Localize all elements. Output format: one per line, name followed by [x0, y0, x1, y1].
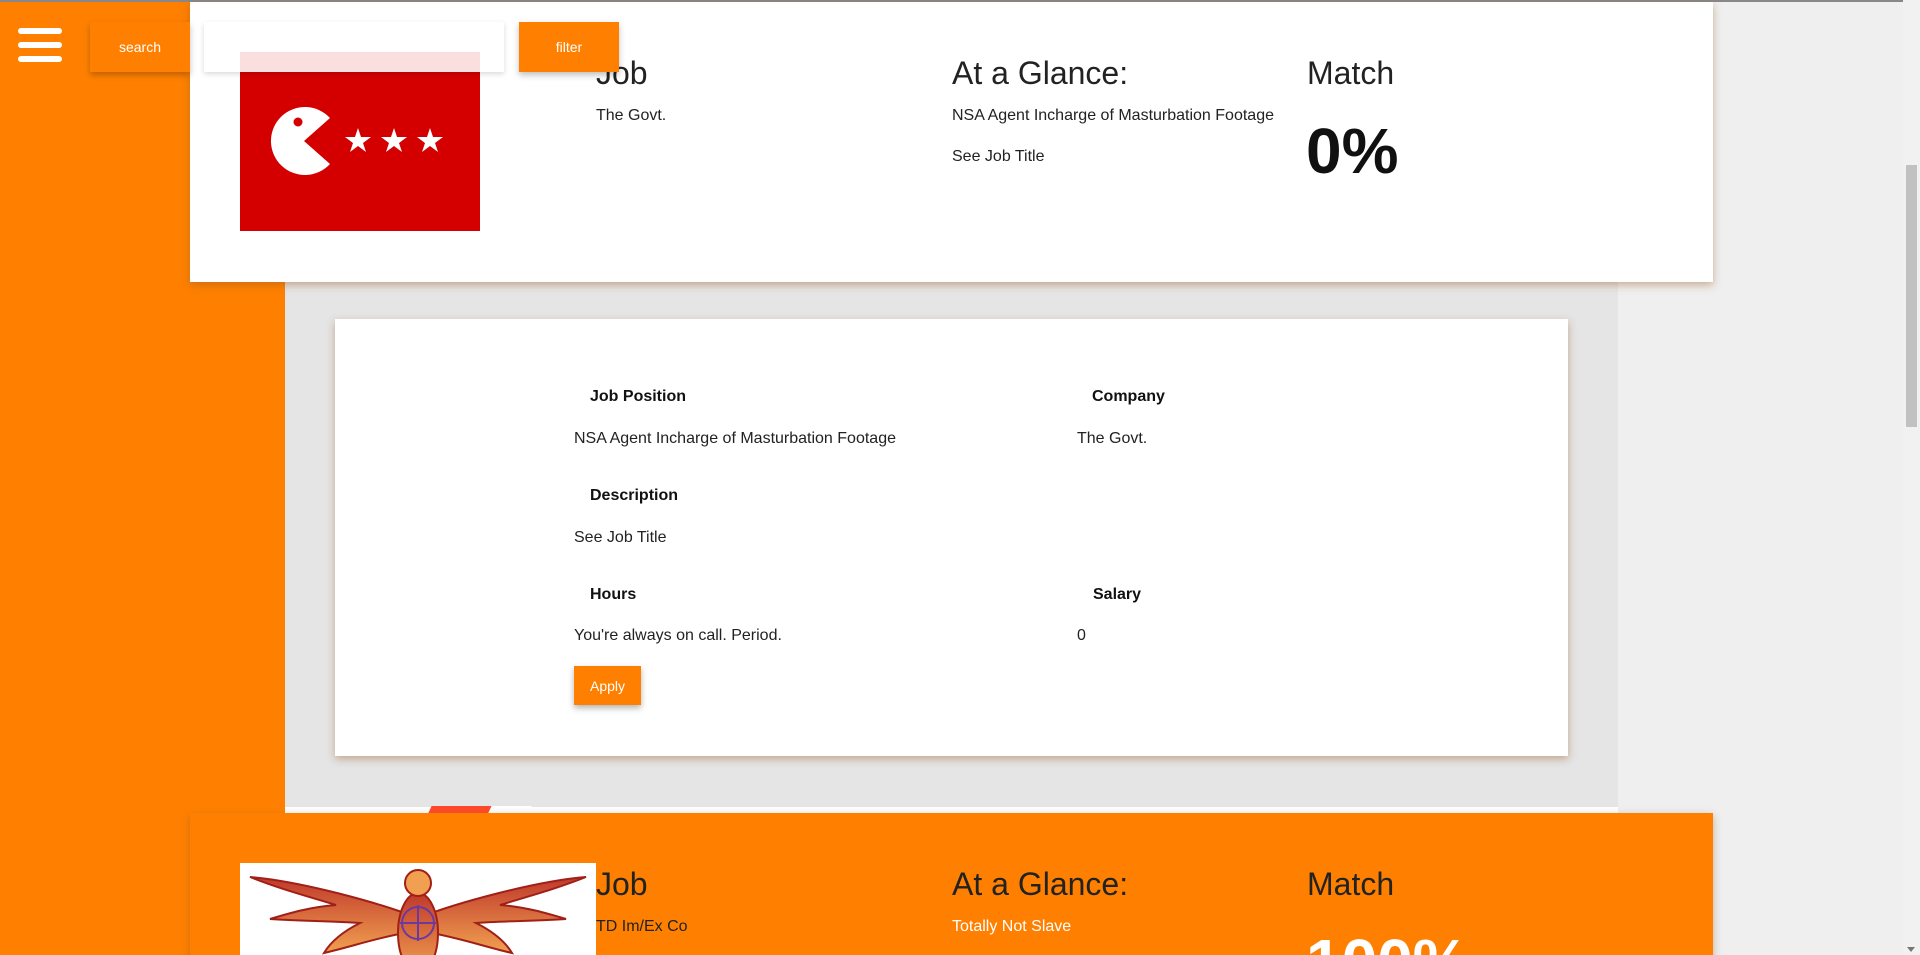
menu-icon[interactable] [18, 28, 62, 64]
decorative-stripe [428, 806, 492, 813]
filter-button[interactable]: filter [519, 22, 619, 72]
search-input[interactable] [204, 22, 504, 72]
search-button[interactable]: search [90, 22, 190, 72]
glance-heading: At a Glance: [952, 55, 1129, 91]
job-detail-card: Job Position NSA Agent Incharge of Mastu… [335, 319, 1568, 756]
apply-button[interactable]: Apply [574, 666, 641, 705]
scroll-down-icon[interactable] [1907, 947, 1915, 952]
match-heading: Match [1307, 55, 1395, 91]
hours-label: Hours [590, 586, 637, 603]
glance-description: See Job Title [952, 148, 1045, 165]
salary-value: 0 [1077, 627, 1086, 644]
job-company: TD Im/Ex Co [596, 918, 688, 935]
company-label: Company [1092, 388, 1165, 405]
job-position-value: NSA Agent Incharge of Masturbation Foota… [574, 430, 896, 447]
job-company: The Govt. [596, 107, 667, 124]
description-value: See Job Title [574, 529, 667, 546]
glance-title: Totally Not Slave [952, 918, 1072, 935]
decorative-stripe [488, 806, 532, 813]
match-percent: 100% [1306, 925, 1470, 955]
match-percent: 0% [1306, 115, 1399, 187]
company-value: The Govt. [1077, 430, 1148, 447]
pacman-stars-flag-icon [240, 52, 480, 231]
eagle-emblem-icon [240, 863, 596, 955]
job-card[interactable]: Job TD Im/Ex Co At a Glance: Totally Not… [190, 813, 1713, 955]
job-heading: Job [596, 866, 648, 902]
glance-title: NSA Agent Incharge of Masturbation Foota… [952, 107, 1274, 124]
job-position-label: Job Position [590, 388, 686, 405]
description-label: Description [590, 487, 679, 504]
hours-value: You're always on call. Period. [574, 627, 782, 644]
glance-heading: At a Glance: [952, 866, 1129, 902]
scrollbar-thumb[interactable] [1906, 165, 1917, 427]
salary-label: Salary [1093, 586, 1142, 603]
vertical-scrollbar[interactable] [1903, 0, 1920, 955]
match-heading: Match [1307, 866, 1395, 902]
